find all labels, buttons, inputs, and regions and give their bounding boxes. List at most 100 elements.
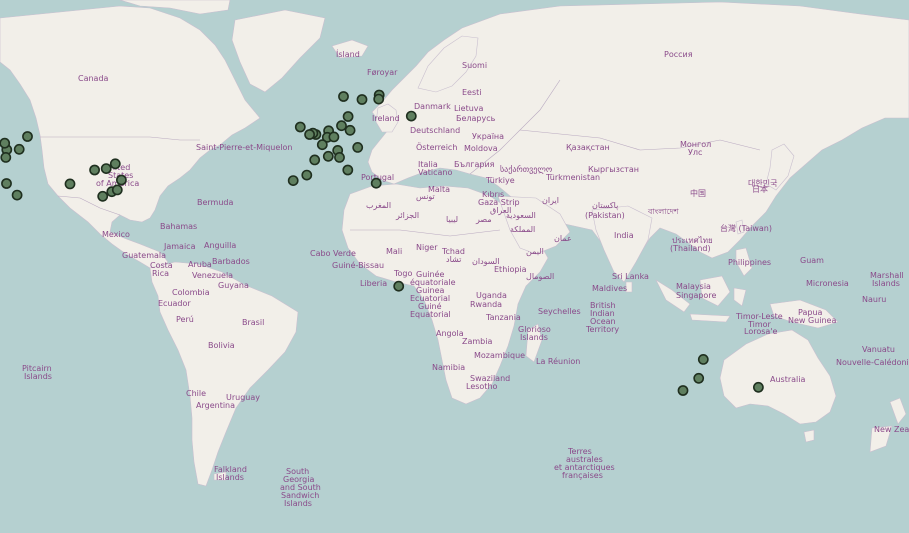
marker-chicago[interactable] [89, 164, 100, 176]
marker-spokane[interactable] [13, 143, 25, 155]
marker-portland[interactable] [0, 151, 12, 163]
label-china: 中国 [690, 188, 706, 198]
label-timorleste-3: Lorosa'e [744, 327, 777, 336]
label-newcal: Nouvelle-Calédonie [836, 357, 909, 367]
label-caboverde: Cabo Verde [310, 249, 356, 258]
label-togo: Togo [393, 269, 413, 278]
label-uganda: Uganda [476, 291, 507, 300]
marker-cologne[interactable] [328, 131, 340, 143]
label-russia: Россия [664, 50, 693, 59]
label-island: Ísland [336, 48, 360, 59]
marker-auckland[interactable] [753, 381, 764, 393]
marker-vancouver[interactable] [0, 137, 11, 149]
label-marshall-2: Islands [872, 279, 900, 288]
marker-vienna[interactable] [352, 141, 364, 153]
label-osterreich: Österreich [416, 142, 457, 152]
label-mozambique: Mozambique [474, 351, 525, 360]
label-ukraina: Україна [472, 132, 504, 141]
label-egypt: مصر [475, 215, 492, 224]
label-suomi: Suomi [462, 61, 487, 70]
label-nauru: Nauru [862, 295, 886, 304]
label-turkiye: Türkiye [485, 176, 515, 185]
label-reunion: La Réunion [536, 356, 580, 366]
label-ethiopia: Ethiopia [494, 265, 527, 274]
label-micronesia: Micronesia [806, 279, 849, 288]
label-bermuda: Bermuda [197, 198, 234, 207]
marker-sf[interactable] [1, 178, 12, 189]
label-australia: Australia [770, 375, 805, 384]
label-ecuador: Ecuador [158, 299, 191, 308]
label-maldives: Maldives [592, 284, 627, 293]
marker-copenhagen[interactable] [342, 111, 354, 122]
label-ireland: Ireland [372, 114, 400, 123]
marker-kampala[interactable] [393, 280, 405, 292]
label-anguilla: Anguilla [204, 241, 236, 250]
marker-bristol[interactable] [304, 129, 315, 140]
marker-sydney[interactable] [693, 372, 705, 384]
label-thailand-2: (Thailand) [670, 244, 711, 253]
marker-brisbane[interactable] [697, 353, 709, 365]
label-lesotho: Lesotho [466, 382, 498, 391]
marker-milan[interactable] [334, 151, 345, 163]
label-zambia: Zambia [462, 337, 492, 346]
marker-madrid[interactable] [301, 169, 313, 181]
marker-melbourne[interactable] [677, 385, 689, 396]
label-niger: Niger [416, 243, 438, 252]
marker-raleigh[interactable] [111, 184, 123, 196]
label-aruba: Aruba [188, 260, 212, 269]
marker-moscow[interactable] [405, 110, 417, 122]
label-mongolia-2: Улс [688, 148, 702, 157]
marker-athens[interactable] [370, 177, 382, 189]
marker-tallinn[interactable] [373, 93, 385, 105]
marker-detroit[interactable] [100, 163, 112, 174]
label-rwanda: Rwanda [470, 300, 502, 309]
label-saudi-1: السعودية [506, 211, 536, 220]
label-taiwan: 台灣 (Taiwan) [720, 223, 772, 233]
label-turkmenistan: Türkmenistan [545, 173, 600, 182]
label-peru: Perú [176, 315, 194, 324]
label-mexico: Mexico [102, 230, 130, 239]
label-belarus: Беларусь [456, 114, 496, 123]
label-kyrgyzstan: Кыргызстан [588, 165, 639, 174]
marker-oslo[interactable] [338, 91, 349, 102]
label-venezuela: Venezuela [192, 271, 233, 280]
marker-dc[interactable] [116, 174, 127, 186]
label-namibia: Namibia [432, 363, 465, 372]
label-spm: Saint-Pierre-et-Miquelon [196, 143, 293, 152]
label-yemen: اليمن [526, 247, 544, 256]
label-algeria: الجزائر [395, 211, 419, 220]
label-taaf-4: françaises [562, 471, 603, 480]
marker-wichita[interactable] [64, 178, 76, 190]
label-barbados: Barbados [212, 257, 250, 266]
marker-hamburg[interactable] [336, 120, 347, 132]
label-korea: 대한민국 [748, 178, 777, 188]
marker-lyon[interactable] [322, 150, 334, 162]
marker-bordeaux[interactable] [309, 154, 321, 166]
label-moldova: Moldova [464, 144, 498, 153]
label-srilanka: Sri Lanka [612, 272, 649, 281]
world-map[interactable]: Canada Россия United States of America M… [0, 0, 909, 533]
marker-atlanta[interactable] [97, 190, 109, 202]
label-iran: ایران [542, 196, 559, 205]
label-morocco-1: المغرب [366, 201, 391, 210]
label-uruguay: Uruguay [226, 393, 260, 402]
marker-paris[interactable] [316, 139, 328, 151]
label-png-2: New Guinea [788, 316, 836, 325]
marker-dublin[interactable] [294, 121, 306, 133]
marker-calgary[interactable] [22, 131, 33, 142]
label-guineebissau: Guiné-Bissau [332, 260, 384, 270]
label-lietuva: Lietuva [454, 104, 484, 113]
label-chile: Chile [186, 389, 206, 398]
marker-stockholm[interactable] [356, 94, 368, 105]
label-philippines: Philippines [728, 258, 771, 267]
label-liberia: Liberia [360, 279, 387, 288]
label-pakistan-2: (Pakistan) [585, 211, 625, 220]
marker-berlin[interactable] [344, 124, 356, 136]
marker-toronto[interactable] [109, 158, 121, 170]
marker-los-angeles[interactable] [11, 189, 23, 201]
label-malaysia: Malaysia [676, 282, 711, 291]
marker-lisbon[interactable] [287, 175, 299, 186]
label-argentina: Argentina [196, 401, 235, 410]
label-oman: عمان [554, 234, 572, 243]
marker-rome[interactable] [342, 164, 354, 176]
